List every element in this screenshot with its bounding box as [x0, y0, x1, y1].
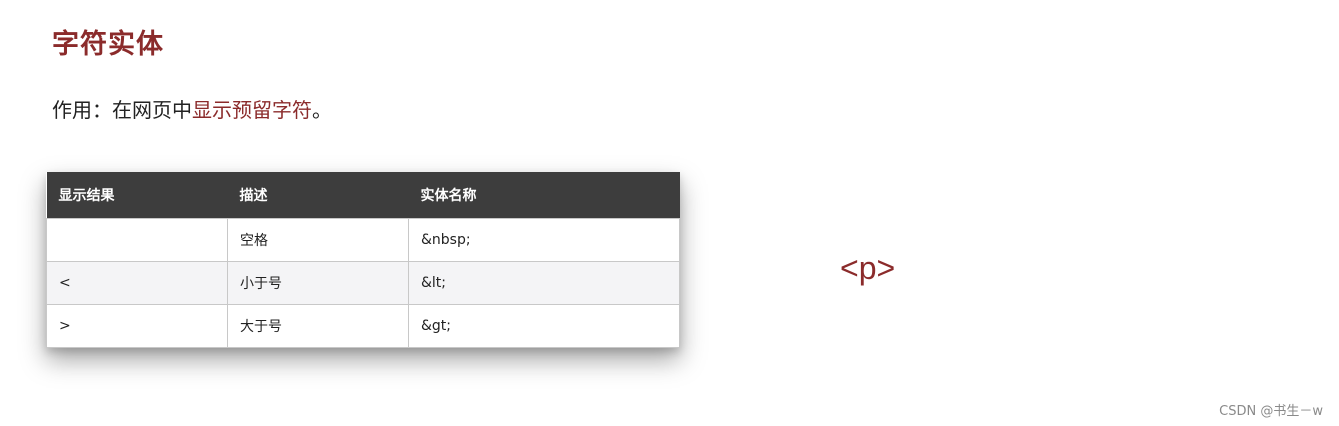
table-header-row: 显示结果 描述 实体名称 — [46, 172, 680, 219]
cell-description: 小于号 — [227, 261, 409, 305]
description-text: 作用：在网页中显示预留字符。 — [52, 94, 332, 123]
table-row: 空格 &nbsp; — [46, 218, 680, 262]
cell-description: 大于号 — [227, 304, 409, 348]
entity-table: 显示结果 描述 实体名称 空格 &nbsp; < 小于号 &lt; > 大于号 … — [46, 172, 680, 348]
header-entity-name: 实体名称 — [408, 172, 680, 219]
page-title: 字符实体 — [52, 29, 164, 60]
cell-description: 空格 — [227, 218, 409, 262]
description-prefix: 作用：在网页中 — [52, 98, 192, 122]
header-description: 描述 — [227, 172, 409, 219]
cell-entity: &nbsp; — [408, 218, 680, 262]
table-row: > 大于号 &gt; — [46, 304, 680, 348]
description-suffix: 。 — [312, 98, 332, 122]
table-row: < 小于号 &lt; — [46, 261, 680, 305]
entity-table-container: 显示结果 描述 实体名称 空格 &nbsp; < 小于号 &lt; > 大于号 … — [46, 172, 680, 348]
cell-result — [46, 218, 228, 262]
watermark: CSDN @书生－w — [1219, 404, 1323, 419]
header-result: 显示结果 — [46, 172, 228, 219]
cell-entity: &lt; — [408, 261, 680, 305]
cell-result: < — [46, 261, 228, 305]
cell-result: > — [46, 304, 228, 348]
description-highlight: 显示预留字符 — [192, 98, 312, 122]
example-tag: <p> — [840, 250, 896, 286]
cell-entity: &gt; — [408, 304, 680, 348]
